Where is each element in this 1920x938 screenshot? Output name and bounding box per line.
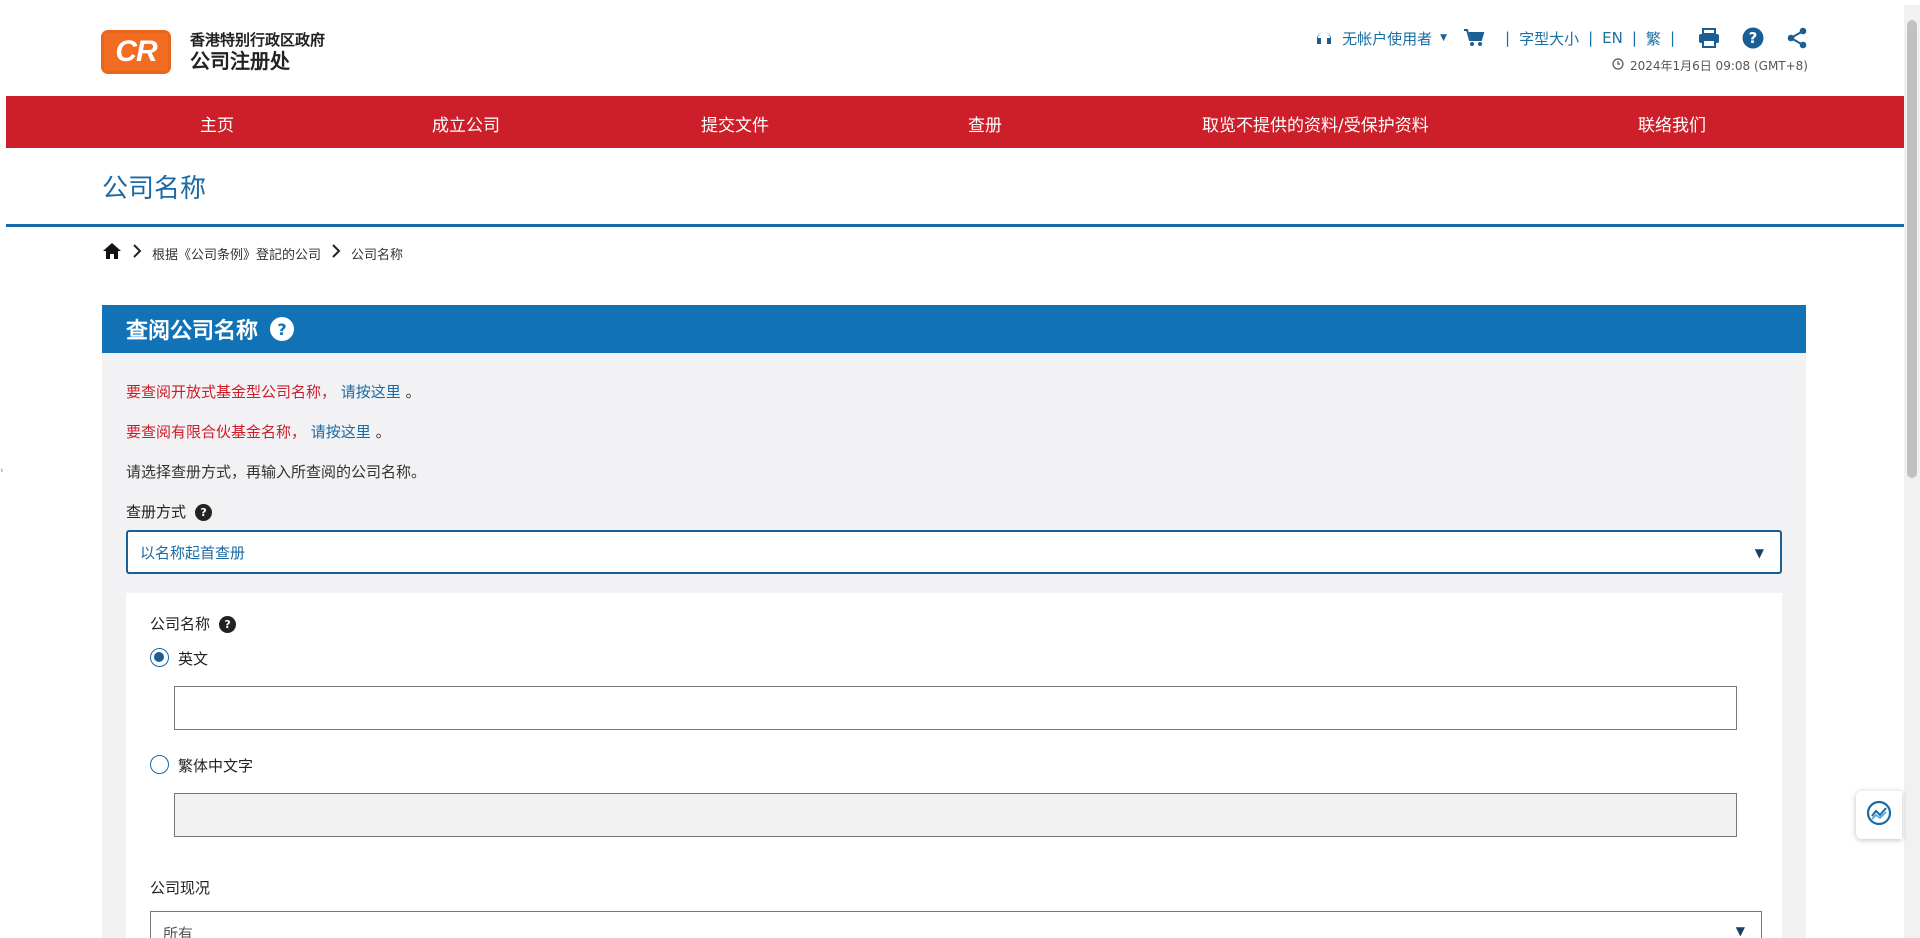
english-name-input[interactable] — [174, 686, 1737, 730]
nav-home[interactable]: 主页 — [200, 111, 234, 136]
user-label: 无帐户使用者 — [1342, 29, 1433, 48]
english-option-label: 英文 — [178, 650, 209, 668]
help-icon[interactable]: ? — [270, 317, 295, 341]
lpf-end: 。 — [375, 423, 391, 441]
title-divider — [6, 224, 1904, 227]
search-method-label: 查册方式 — [126, 503, 187, 521]
search-form: 公司名称? 英文 繁体中文字 公司现况 所有 ▼ — [126, 593, 1782, 938]
logo-mark: CR — [115, 35, 157, 68]
chinese-radio[interactable] — [150, 755, 169, 774]
status-select[interactable]: 所有 ▼ — [150, 911, 1762, 938]
site-header: CR 香港特别行政区政府 公司注册处 无帐户使用者 ▼ | 字型大小 | EN … — [6, 5, 1904, 96]
logo-line1: 香港特别行政区政府 — [190, 31, 326, 49]
datetime: 2024年1月6日 09:08 (GMT+8) — [1612, 57, 1808, 74]
english-radio[interactable] — [150, 648, 169, 667]
nav-search[interactable]: 查册 — [968, 111, 1002, 136]
panel-title: 查阅公司名称 — [126, 319, 259, 344]
help-icon[interactable]: ? — [219, 616, 237, 633]
svg-text:?: ? — [1749, 29, 1758, 47]
main-nav: 主页 成立公司 提交文件 查册 取览不提供的资料/受保护资料 联络我们 — [6, 96, 1904, 148]
status-label: 公司现况 — [150, 879, 211, 897]
ofc-link[interactable]: 请按这里 — [341, 383, 401, 401]
nav-incorporation[interactable]: 成立公司 — [432, 111, 500, 136]
datetime-text: 2024年1月6日 09:08 (GMT+8) — [1629, 59, 1808, 73]
nav-protected-info[interactable]: 取览不提供的资料/受保护资料 — [1202, 111, 1429, 136]
ofc-end: 。 — [405, 383, 421, 401]
search-method-value: 以名称起首查册 — [140, 544, 246, 562]
lpf-link[interactable]: 请按这里 — [311, 423, 371, 441]
company-name-label: 公司名称 — [150, 615, 211, 633]
floating-assistant-button[interactable] — [1856, 791, 1902, 839]
logo-line2: 公司注册处 — [190, 49, 290, 73]
chinese-option-label: 繁体中文字 — [178, 757, 254, 775]
share-icon[interactable] — [1786, 27, 1808, 49]
divider: | — [1588, 29, 1594, 47]
caret-down-icon: ▼ — [1754, 546, 1764, 560]
status-value: 所有 — [163, 925, 194, 938]
search-panel: 要查阅开放式基金型公司名称， 请按这里 。 要查阅有限合伙基金名称， 请按这里 … — [102, 353, 1806, 938]
divider: | — [1505, 29, 1511, 47]
logo-badge: CR — [101, 30, 171, 74]
lpf-notice: 要查阅有限合伙基金名称， 请按这里 。 — [126, 421, 391, 442]
help-icon[interactable]: ? — [1742, 27, 1764, 49]
page-scrollbar[interactable] — [1904, 5, 1920, 938]
assistant-icon — [1865, 799, 1893, 831]
page-title: 公司名称 — [102, 174, 207, 204]
chinese-name-input[interactable] — [174, 793, 1737, 837]
logo-text: 香港特别行政区政府 公司注册处 — [190, 31, 325, 73]
ofc-notice: 要查阅开放式基金型公司名称， 请按这里 。 — [126, 381, 421, 402]
nav-filing[interactable]: 提交文件 — [701, 111, 769, 136]
search-method-label-row: 查册方式? — [126, 501, 213, 522]
help-icon[interactable]: ? — [195, 504, 213, 521]
cr-logo[interactable]: CR 香港特别行政区政府 公司注册处 — [101, 30, 325, 74]
breadcrumb: 根据《公司条例》登記的公司 公司名称 — [102, 242, 403, 264]
scrollbar-thumb[interactable] — [1907, 20, 1917, 478]
headset-icon — [1314, 28, 1334, 48]
breadcrumb-level1[interactable]: 根据《公司条例》登記的公司 — [152, 244, 321, 263]
lang-tc-link[interactable]: 繁 — [1646, 28, 1661, 49]
breadcrumb-level2: 公司名称 — [351, 247, 404, 263]
chevron-right-icon — [132, 244, 142, 262]
divider: | — [1669, 29, 1675, 47]
cart-icon[interactable] — [1463, 28, 1485, 48]
divider: | — [1631, 29, 1637, 47]
chevron-right-icon — [331, 244, 341, 262]
search-method-select[interactable]: 以名称起首查册 ▼ — [126, 530, 1782, 574]
page: CR 香港特别行政区政府 公司注册处 无帐户使用者 ▼ | 字型大小 | EN … — [6, 5, 1904, 938]
nav-contact[interactable]: 联络我们 — [1638, 111, 1706, 136]
company-name-label-row: 公司名称? — [150, 613, 237, 634]
panel-header: 查阅公司名称 ? — [102, 305, 1806, 353]
font-size-link[interactable]: 字型大小 — [1519, 28, 1579, 49]
lang-en-link[interactable]: EN — [1602, 29, 1623, 47]
ofc-text: 要查阅开放式基金型公司名称， — [126, 383, 337, 401]
print-icon[interactable] — [1698, 28, 1720, 48]
user-menu[interactable]: 无帐户使用者 ▼ — [1314, 28, 1447, 49]
utility-bar: 无帐户使用者 ▼ | 字型大小 | EN | 繁 | ? — [1314, 27, 1808, 49]
caret-down-icon: ▼ — [1735, 924, 1745, 938]
home-icon[interactable] — [102, 242, 122, 264]
instruction-text: 请选择查册方式，再输入所查阅的公司名称。 — [126, 463, 427, 481]
lpf-text: 要查阅有限合伙基金名称， — [126, 423, 307, 441]
clock-icon — [1612, 58, 1624, 73]
side-marker: › — [0, 466, 4, 476]
chevron-down-icon: ▼ — [1440, 33, 1448, 43]
